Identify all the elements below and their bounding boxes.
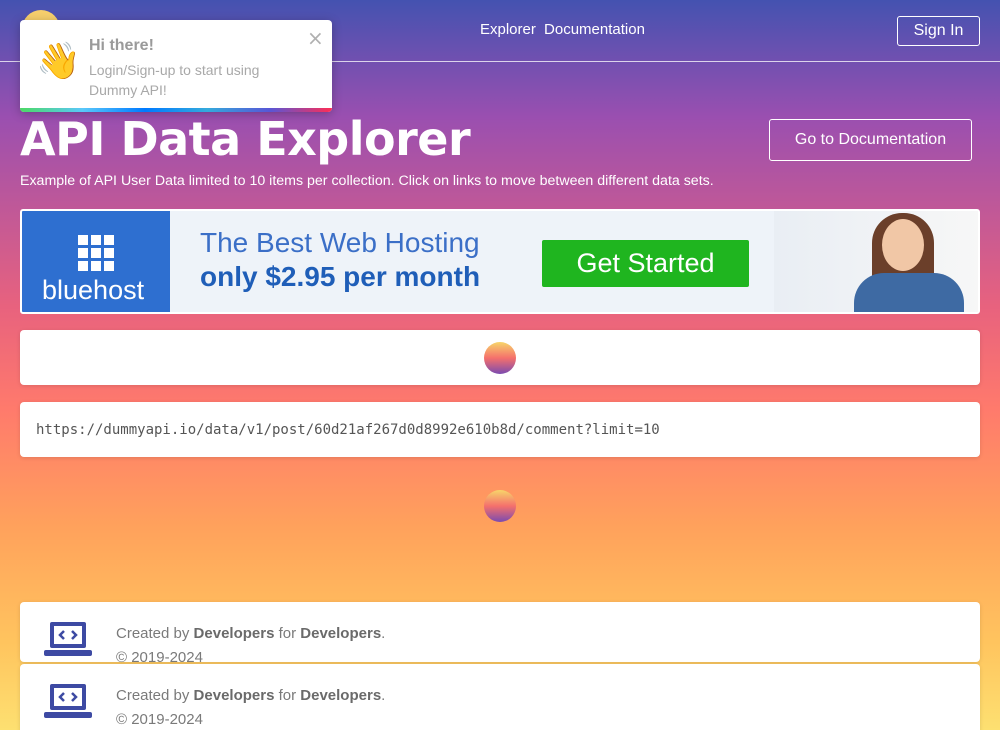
footer: Created by Developers for Developers. © … — [20, 602, 980, 666]
loading-spinner — [484, 342, 516, 374]
ad-photo — [774, 211, 978, 312]
welcome-toast: 👋 Hi there! Login/Sign-up to start using… — [20, 20, 332, 112]
footer: Created by Developers for Developers. © … — [20, 664, 980, 730]
footer-text: Created by Developers for Developers. © … — [116, 687, 386, 728]
close-icon[interactable]: × — [307, 26, 324, 50]
laptop-code-icon — [44, 622, 92, 656]
go-to-documentation-button[interactable]: Go to Documentation — [769, 119, 972, 161]
request-url: https://dummyapi.io/data/v1/post/60d21af… — [36, 422, 660, 438]
request-url-card: https://dummyapi.io/data/v1/post/60d21af… — [20, 402, 980, 457]
nav-links: Explorer Documentation — [480, 21, 649, 38]
nav-link-explorer[interactable]: Explorer — [480, 21, 536, 38]
footer-text: Created by Developers for Developers. © … — [116, 625, 386, 666]
toast-body: Login/Sign-up to start using Dummy API! — [89, 62, 260, 98]
grid-icon — [78, 235, 114, 271]
toast-progress-bar — [20, 108, 332, 112]
laptop-code-icon — [44, 684, 92, 718]
bluehost-logo: bluehost — [22, 211, 170, 312]
ad-subline: only $2.95 per month — [200, 261, 481, 292]
nav-link-documentation[interactable]: Documentation — [544, 21, 645, 38]
ad-brand: bluehost — [42, 275, 145, 305]
ad-banner[interactable]: bluehost The Best Web Hosting only $2.95… — [20, 209, 980, 314]
loading-card — [20, 330, 980, 385]
loading-spinner — [484, 490, 516, 522]
sign-in-button[interactable]: Sign In — [897, 16, 980, 46]
ad-headline: The Best Web Hosting — [200, 227, 480, 258]
get-started-button[interactable]: Get Started — [542, 240, 749, 287]
toast-title: Hi there! — [89, 37, 154, 54]
page-title: API Data Explorer — [20, 112, 471, 166]
page-subtitle: Example of API User Data limited to 10 i… — [20, 173, 714, 189]
waving-hand-icon: 👋 — [36, 41, 81, 82]
